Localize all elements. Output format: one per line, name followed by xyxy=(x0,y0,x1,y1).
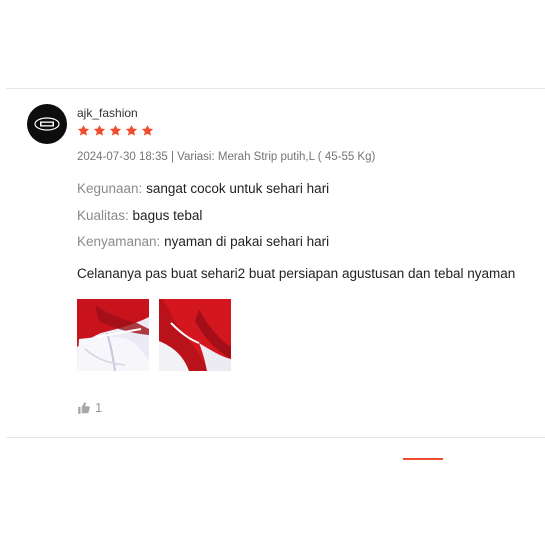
star-icon xyxy=(93,124,106,136)
review-photo[interactable] xyxy=(159,299,231,371)
attribute-label: Kenyamanan: xyxy=(77,234,161,249)
attribute-value: bagus tebal xyxy=(132,208,203,223)
like-button[interactable]: 1 xyxy=(77,400,102,415)
review-item: ajk_fashion 2024-07-30 18:35 | Variasi: … xyxy=(0,89,545,437)
review-comment: Celananya pas buat sehari2 buat persiapa… xyxy=(77,266,516,281)
like-count: 1 xyxy=(95,400,103,415)
star-icon xyxy=(109,124,122,136)
avatar[interactable] xyxy=(27,104,67,144)
attribute-kenyamanan: Kenyamanan: nyaman di pakai sehari hari xyxy=(77,234,329,249)
rating-stars xyxy=(77,124,154,137)
star-icon xyxy=(141,124,154,136)
thumbs-up-icon xyxy=(78,401,90,414)
review-meta: 2024-07-30 18:35 | Variasi: Merah Strip … xyxy=(77,151,376,163)
ajk-fashion-logo xyxy=(34,117,60,131)
star-icon xyxy=(77,124,90,136)
attribute-value: nyaman di pakai sehari hari xyxy=(164,234,330,249)
review-photo[interactable] xyxy=(77,299,149,371)
bottom-divider xyxy=(6,437,545,438)
attribute-label: Kualitas: xyxy=(77,208,129,223)
attribute-label: Kegunaan: xyxy=(77,181,143,196)
reviewer-username[interactable]: ajk_fashion xyxy=(77,106,138,120)
attribute-kegunaan: Kegunaan: sangat cocok untuk sehari hari xyxy=(77,181,329,196)
attribute-kualitas: Kualitas: bagus tebal xyxy=(77,208,202,223)
attribute-value: sangat cocok untuk sehari hari xyxy=(146,181,330,196)
star-icon xyxy=(125,124,138,136)
active-tab-indicator xyxy=(403,458,443,460)
